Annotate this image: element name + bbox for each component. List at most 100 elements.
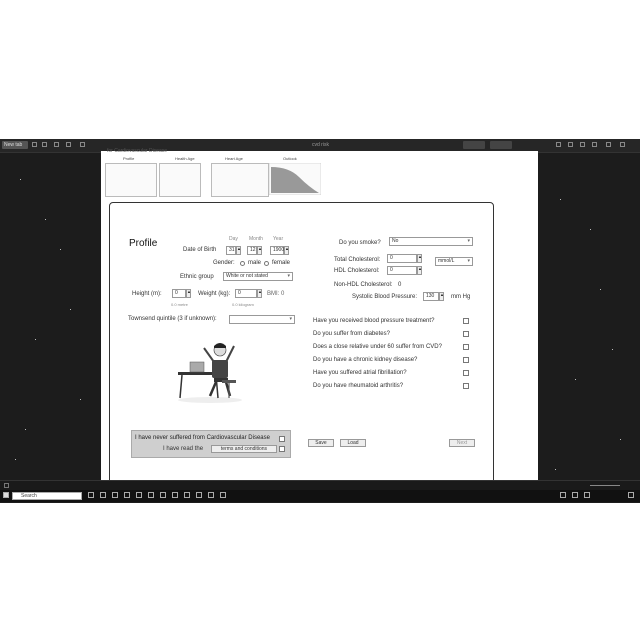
thumb-health-age — [159, 163, 201, 197]
taskview-icon[interactable] — [88, 492, 94, 498]
person-illustration — [178, 343, 242, 403]
tray-icon-3[interactable] — [584, 492, 590, 498]
step-outlook[interactable]: Outlook — [283, 156, 297, 161]
step-heart-age[interactable]: Heart Age — [225, 156, 243, 161]
load-button[interactable]: Load — [340, 439, 366, 447]
thumb-outlook — [269, 163, 321, 195]
question-kidney: Do you have a chronic kidney disease? — [313, 357, 418, 363]
terms-checkbox[interactable] — [279, 446, 285, 452]
windows-taskbar: Search — [0, 490, 640, 502]
start-icon[interactable] — [3, 492, 9, 498]
app-icon-2[interactable] — [112, 492, 118, 498]
save-button[interactable]: Save — [308, 439, 334, 447]
toolbar-pill-2[interactable] — [490, 141, 512, 149]
share-icon[interactable] — [568, 142, 573, 147]
nonhdl-value: 0 — [398, 282, 402, 288]
app-icon-7[interactable] — [172, 492, 178, 498]
sbp-unit: mm Hg — [451, 294, 471, 300]
month-stepper[interactable]: ▲ — [257, 246, 262, 255]
consent-read-label: I have read the — [163, 446, 204, 452]
app-icon-1[interactable] — [100, 492, 106, 498]
month-label: Month — [249, 236, 263, 242]
tray-icon-2[interactable] — [572, 492, 578, 498]
window-title: cvd risk — [312, 142, 329, 148]
app-icon-3[interactable] — [124, 492, 130, 498]
sbp-label: Systolic Blood Pressure: — [352, 294, 418, 300]
unit-select[interactable]: mmol/L — [435, 257, 473, 266]
day-stepper[interactable]: ▲ — [236, 246, 241, 255]
relative-cvd-checkbox[interactable] — [463, 344, 469, 350]
home-icon[interactable] — [66, 142, 71, 147]
height-input[interactable]: 0 — [172, 289, 186, 298]
weight-stepper[interactable]: ▲ — [257, 289, 262, 298]
forward-icon[interactable] — [42, 142, 47, 147]
height-stepper[interactable]: ▲ — [186, 289, 191, 298]
day-input[interactable]: 31 — [226, 246, 236, 255]
consent-panel: I have never suffered from Cardiovascula… — [131, 430, 291, 458]
ethnic-select[interactable]: White or not stated — [223, 272, 293, 281]
diabetes-checkbox[interactable] — [463, 331, 469, 337]
no-cvd-checkbox[interactable] — [279, 436, 285, 442]
hdl-stepper[interactable]: ▲ — [417, 266, 422, 275]
hdl-input[interactable]: 0 — [387, 266, 417, 275]
app-icon-9[interactable] — [196, 492, 202, 498]
total-chol-stepper[interactable]: ▲ — [417, 254, 422, 263]
hdl-label: HDL Cholesterol: — [334, 268, 380, 274]
settings-icon[interactable] — [556, 142, 561, 147]
gender-male-radio[interactable] — [240, 261, 245, 266]
year-input[interactable]: 1900 — [270, 246, 284, 255]
step-health-age[interactable]: Health Age — [175, 156, 195, 161]
height-label: Height (m): — [132, 291, 162, 297]
sbp-input[interactable]: 130 — [423, 292, 439, 301]
bp-treatment-checkbox[interactable] — [463, 318, 469, 324]
app-icon-8[interactable] — [184, 492, 190, 498]
gender-label: Gender: — [213, 260, 235, 266]
weight-input[interactable]: 0 — [235, 289, 257, 298]
menu-icon[interactable] — [620, 142, 625, 147]
gender-female-label: female — [272, 260, 291, 266]
quintile-label: Townsend quintile (3 if unknown): — [128, 316, 217, 322]
question-relative-cvd: Does a close relative under 60 suffer fr… — [313, 344, 442, 350]
smoke-select[interactable]: No — [389, 237, 473, 246]
refresh-icon[interactable] — [54, 142, 59, 147]
next-button[interactable]: Next — [449, 439, 475, 447]
app-icon-4[interactable] — [136, 492, 142, 498]
thumb-heart-age — [211, 163, 269, 197]
print-icon[interactable] — [580, 142, 585, 147]
toolbar-pill-1[interactable] — [463, 141, 485, 149]
month-input[interactable]: 12 — [247, 246, 257, 255]
more-icon[interactable] — [592, 142, 597, 147]
smoke-label: Do you smoke? — [339, 240, 381, 246]
page-nav-icon[interactable] — [4, 483, 9, 488]
question-af: Have you suffered atrial fibrillation? — [313, 370, 407, 376]
year-label: Year — [273, 236, 284, 242]
screen: New tab cvd risk for Cardiovascular Dise… — [0, 139, 640, 503]
kidney-checkbox[interactable] — [463, 357, 469, 363]
app-icon-6[interactable] — [160, 492, 166, 498]
app-icon-10[interactable] — [208, 492, 214, 498]
weight-hint: 0.0 kilogram — [232, 302, 254, 307]
tray-icon-1[interactable] — [560, 492, 566, 498]
question-arthritis: Do you have rheumatoid arthritis? — [313, 383, 404, 389]
gender-female-radio[interactable] — [264, 261, 269, 266]
quintile-select[interactable] — [229, 315, 295, 324]
terms-button[interactable]: terms and conditions — [211, 445, 277, 453]
back-icon[interactable] — [32, 142, 37, 147]
consent-no-cvd-label: I have never suffered from Cardiovascula… — [135, 435, 270, 441]
download-icon[interactable] — [606, 142, 611, 147]
new-tab-button[interactable]: New tab — [2, 141, 28, 149]
search-box[interactable]: Search — [12, 492, 82, 500]
total-chol-label: Total Cholesterol: — [334, 257, 381, 263]
zoom-icon[interactable] — [80, 142, 85, 147]
zoom-slider[interactable] — [590, 485, 620, 486]
total-chol-input[interactable]: 0 — [387, 254, 417, 263]
sbp-stepper[interactable]: ▲ — [439, 292, 444, 301]
af-checkbox[interactable] — [463, 370, 469, 376]
notification-icon[interactable] — [628, 492, 634, 498]
app-icon-5[interactable] — [148, 492, 154, 498]
year-stepper[interactable]: ▲ — [284, 246, 289, 255]
question-diabetes: Do you suffer from diabetes? — [313, 331, 390, 337]
step-profile[interactable]: Profile — [123, 156, 134, 161]
arthritis-checkbox[interactable] — [463, 383, 469, 389]
app-icon-11[interactable] — [220, 492, 226, 498]
